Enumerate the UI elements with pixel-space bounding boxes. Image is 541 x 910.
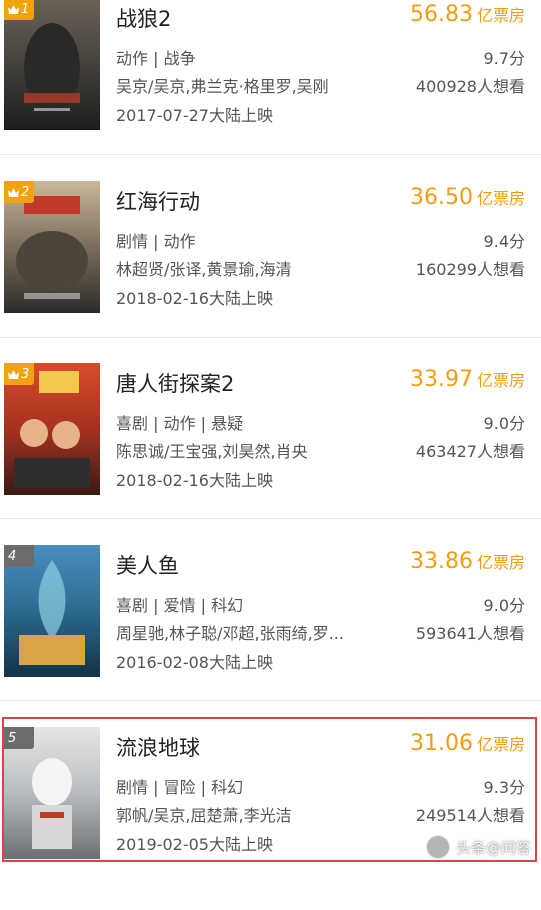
- movie-genre: 剧情 | 冒险 | 科幻: [116, 778, 244, 797]
- rank-badge: 2: [4, 181, 34, 203]
- divider: [0, 700, 541, 701]
- movie-score: 9.7分: [483, 49, 525, 68]
- rank-badge: 5: [4, 727, 34, 749]
- watermark: 头条@问答: [425, 835, 531, 859]
- rank-number: 1: [21, 1, 30, 17]
- rank-number: 3: [21, 366, 30, 382]
- box-office: 31.06 亿票房: [410, 731, 525, 756]
- rank-number: 4: [8, 548, 17, 564]
- movie-score: 9.0分: [483, 596, 525, 615]
- box-office-unit: 亿票房: [476, 6, 525, 25]
- divider: [0, 518, 541, 519]
- movie-title[interactable]: 美人鱼: [116, 550, 179, 580]
- watermark-text: 头条@问答: [455, 838, 531, 857]
- box-office-unit: 亿票房: [476, 189, 525, 208]
- movie-title[interactable]: 红海行动: [116, 186, 200, 216]
- rank-number: 5: [8, 730, 17, 746]
- box-office: 56.83 亿票房: [410, 2, 525, 27]
- release-date: 2017-07-27大陆上映: [116, 106, 273, 125]
- chat-bubble-icon: [425, 835, 450, 859]
- release-date: 2018-02-16大陆上映: [116, 289, 273, 308]
- movie-title[interactable]: 流浪地球: [116, 732, 200, 762]
- divider: [0, 337, 541, 338]
- box-office-value: 33.86: [410, 549, 473, 574]
- box-office-value: 36.50: [410, 185, 473, 210]
- want-count: 593641人想看: [415, 624, 525, 643]
- box-office: 33.86 亿票房: [410, 549, 525, 574]
- movie-score: 9.4分: [483, 232, 525, 251]
- rank-badge: 1: [4, 0, 34, 20]
- crown-icon: [8, 4, 19, 14]
- box-office-unit: 亿票房: [476, 371, 525, 390]
- box-office: 33.97 亿票房: [410, 367, 525, 392]
- movie-cast: 林超贤/张译,黄景瑜,海清: [116, 260, 292, 279]
- want-count: 160299人想看: [415, 260, 525, 279]
- want-count: 249514人想看: [415, 806, 525, 825]
- movie-genre: 喜剧 | 爱情 | 科幻: [116, 596, 244, 615]
- movie-score: 9.3分: [483, 778, 525, 797]
- rank-number: 2: [21, 184, 30, 200]
- want-count: 463427人想看: [415, 442, 525, 461]
- movie-cast: 陈思诚/王宝强,刘昊然,肖央: [116, 442, 308, 461]
- box-office-unit: 亿票房: [476, 553, 525, 572]
- movie-item[interactable]: 5 流浪地球 31.06 亿票房 剧情 | 冒险 | 科幻 9.3分 郭帆/吴京,…: [0, 727, 541, 910]
- movie-title[interactable]: 战狼2: [116, 3, 171, 33]
- movie-genre: 喜剧 | 动作 | 悬疑: [116, 414, 244, 433]
- box-office-value: 33.97: [410, 367, 473, 392]
- movie-title[interactable]: 唐人街探案2: [116, 368, 234, 398]
- crown-icon: [8, 369, 19, 379]
- box-office-unit: 亿票房: [476, 735, 525, 754]
- movie-cast: 周星驰,林子聪/邓超,张雨绮,罗...: [116, 624, 344, 643]
- crown-icon: [8, 187, 19, 197]
- rank-badge: 3: [4, 363, 34, 385]
- release-date: 2018-02-16大陆上映: [116, 471, 273, 490]
- release-date: 2019-02-05大陆上映: [116, 835, 273, 854]
- rank-badge: 4: [4, 545, 34, 567]
- release-date: 2016-02-08大陆上映: [116, 653, 273, 672]
- movie-genre: 动作 | 战争: [116, 49, 196, 68]
- box-office: 36.50 亿票房: [410, 185, 525, 210]
- movie-score: 9.0分: [483, 414, 525, 433]
- movie-genre: 剧情 | 动作: [116, 232, 196, 251]
- movie-cast: 郭帆/吴京,屈楚萧,李光洁: [116, 806, 292, 825]
- want-count: 400928人想看: [415, 77, 525, 96]
- movie-cast: 吴京/吴京,弗兰克·格里罗,吴刚: [116, 77, 329, 96]
- box-office-value: 56.83: [410, 2, 473, 27]
- divider: [0, 154, 541, 155]
- box-office-value: 31.06: [410, 731, 473, 756]
